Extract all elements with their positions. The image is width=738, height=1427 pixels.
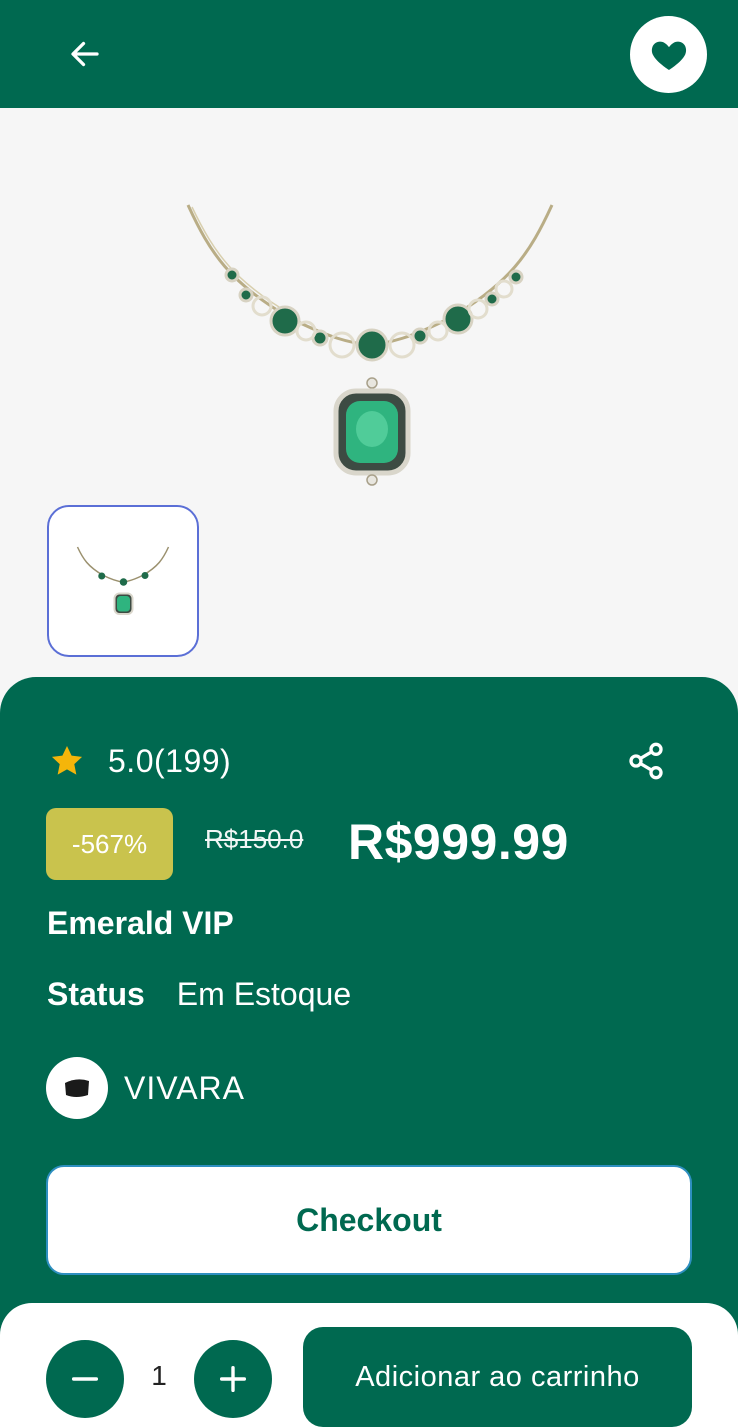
share-button[interactable]: [624, 738, 668, 784]
product-gallery: [0, 108, 738, 708]
thumbnail-image: [76, 546, 170, 615]
back-button[interactable]: [60, 30, 110, 78]
minus-icon: [71, 1377, 99, 1381]
discount-badge: -567%: [46, 808, 173, 880]
gallery-thumbnail[interactable]: [47, 505, 199, 657]
app-header: [0, 0, 738, 108]
increase-quantity-button[interactable]: [194, 1340, 272, 1418]
status-label: Status: [47, 976, 145, 1012]
product-name: Emerald VIP: [47, 905, 234, 941]
favorite-button[interactable]: [630, 16, 707, 93]
add-to-cart-button[interactable]: Adicionar ao carrinho: [303, 1327, 692, 1427]
old-price: R$150.0: [205, 824, 304, 854]
heart-icon: [651, 41, 686, 70]
current-price: R$999.99: [348, 814, 569, 870]
product-main-image[interactable]: [170, 193, 570, 493]
brand-name: VIVARA: [124, 1069, 245, 1106]
share-icon: [629, 742, 663, 780]
quantity-value: 1: [151, 1360, 167, 1391]
brand-logo: [46, 1057, 108, 1119]
arrow-left-icon: [71, 41, 99, 67]
stock-status: Status Em Estoque: [47, 976, 351, 1013]
rating: 5.0(199): [48, 738, 231, 784]
checkout-button[interactable]: Checkout: [46, 1165, 692, 1275]
status-value: Em Estoque: [176, 976, 352, 1012]
plus-icon: [219, 1365, 247, 1393]
brand-link[interactable]: VIVARA: [46, 1057, 245, 1119]
vivara-logo: [65, 1079, 89, 1097]
star-icon: [51, 745, 83, 775]
decrease-quantity-button[interactable]: [46, 1340, 124, 1418]
rating-text: 5.0(199): [108, 742, 232, 779]
